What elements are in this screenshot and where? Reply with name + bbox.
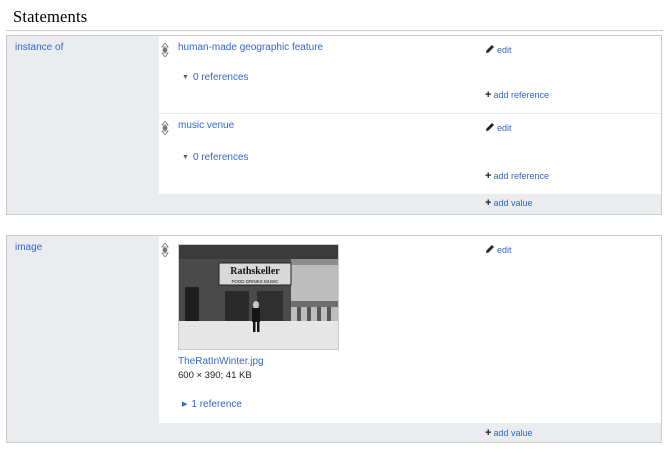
- plus-icon: +: [485, 170, 492, 182]
- pencil-icon: [486, 45, 494, 53]
- add-value-label: add value: [493, 428, 533, 438]
- references-label: 1 reference: [191, 399, 242, 410]
- plus-icon: +: [485, 89, 492, 101]
- statement-value-link[interactable]: human-made geographic feature: [178, 42, 323, 53]
- statement-list: human-made geographic feature edit ▼ 0 re…: [159, 36, 661, 214]
- triangle-right-icon: ▶: [182, 401, 188, 408]
- pencil-icon: [486, 245, 494, 253]
- references-toggle[interactable]: ▶ 1 reference: [182, 399, 242, 410]
- image-file-meta: 600 × 390; 41 KB: [178, 370, 252, 381]
- image-thumbnail[interactable]: Rathskeller FOOD DRINKS MUSIC: [178, 244, 339, 350]
- triangle-down-icon: ▼: [182, 154, 189, 161]
- photo-image: Rathskeller FOOD DRINKS MUSIC: [179, 245, 338, 349]
- statement-row: human-made geographic feature edit ▼ 0 re…: [159, 36, 661, 113]
- statement-row: Rathskeller FOOD DRINKS MUSIC TheRatInWi…: [159, 236, 661, 423]
- statement-row: music venue edit ▼ 0 references + add refe…: [159, 113, 661, 194]
- sign-text: Rathskeller: [230, 266, 280, 277]
- add-reference-label: add reference: [493, 171, 549, 181]
- image-filename-link[interactable]: TheRatInWinter.jpg: [178, 356, 264, 367]
- edit-button[interactable]: edit: [485, 244, 512, 255]
- references-label: 0 references: [192, 72, 249, 83]
- normal-rank-icon[interactable]: [161, 243, 169, 257]
- references-label: 0 references: [192, 152, 249, 163]
- edit-label: edit: [497, 245, 512, 255]
- property-label[interactable]: image: [15, 242, 42, 253]
- property-label[interactable]: instance of: [15, 42, 63, 53]
- heading-divider: [6, 30, 663, 31]
- triangle-down-icon: ▼: [182, 74, 189, 81]
- plus-icon: +: [485, 427, 492, 439]
- pencil-icon: [486, 123, 494, 131]
- add-reference-button[interactable]: + add reference: [485, 89, 549, 101]
- statement-group-image: image Rathskeller FOOD DRINKS MUSIC TheR…: [6, 235, 662, 443]
- sign-subtext: FOOD DRINKS MUSIC: [231, 279, 279, 284]
- references-toggle[interactable]: ▼ 0 references: [182, 72, 249, 83]
- references-toggle[interactable]: ▼ 0 references: [182, 152, 249, 163]
- statement-list: Rathskeller FOOD DRINKS MUSIC TheRatInWi…: [159, 236, 661, 442]
- plus-icon: +: [485, 197, 492, 209]
- add-value-button[interactable]: + add value: [485, 197, 532, 209]
- edit-button[interactable]: edit: [485, 44, 512, 55]
- add-reference-button[interactable]: + add reference: [485, 170, 549, 182]
- edit-label: edit: [497, 45, 512, 55]
- edit-label: edit: [497, 123, 512, 133]
- normal-rank-icon[interactable]: [161, 121, 169, 135]
- add-value-button[interactable]: + add value: [485, 427, 532, 439]
- statements-heading: Statements: [13, 7, 88, 26]
- add-value-label: add value: [493, 198, 533, 208]
- statement-group-instance-of: instance of human-made geographic featur…: [6, 35, 662, 215]
- normal-rank-icon[interactable]: [161, 43, 169, 57]
- edit-button[interactable]: edit: [485, 122, 512, 133]
- add-reference-label: add reference: [493, 90, 549, 100]
- statement-value-link[interactable]: music venue: [178, 120, 234, 131]
